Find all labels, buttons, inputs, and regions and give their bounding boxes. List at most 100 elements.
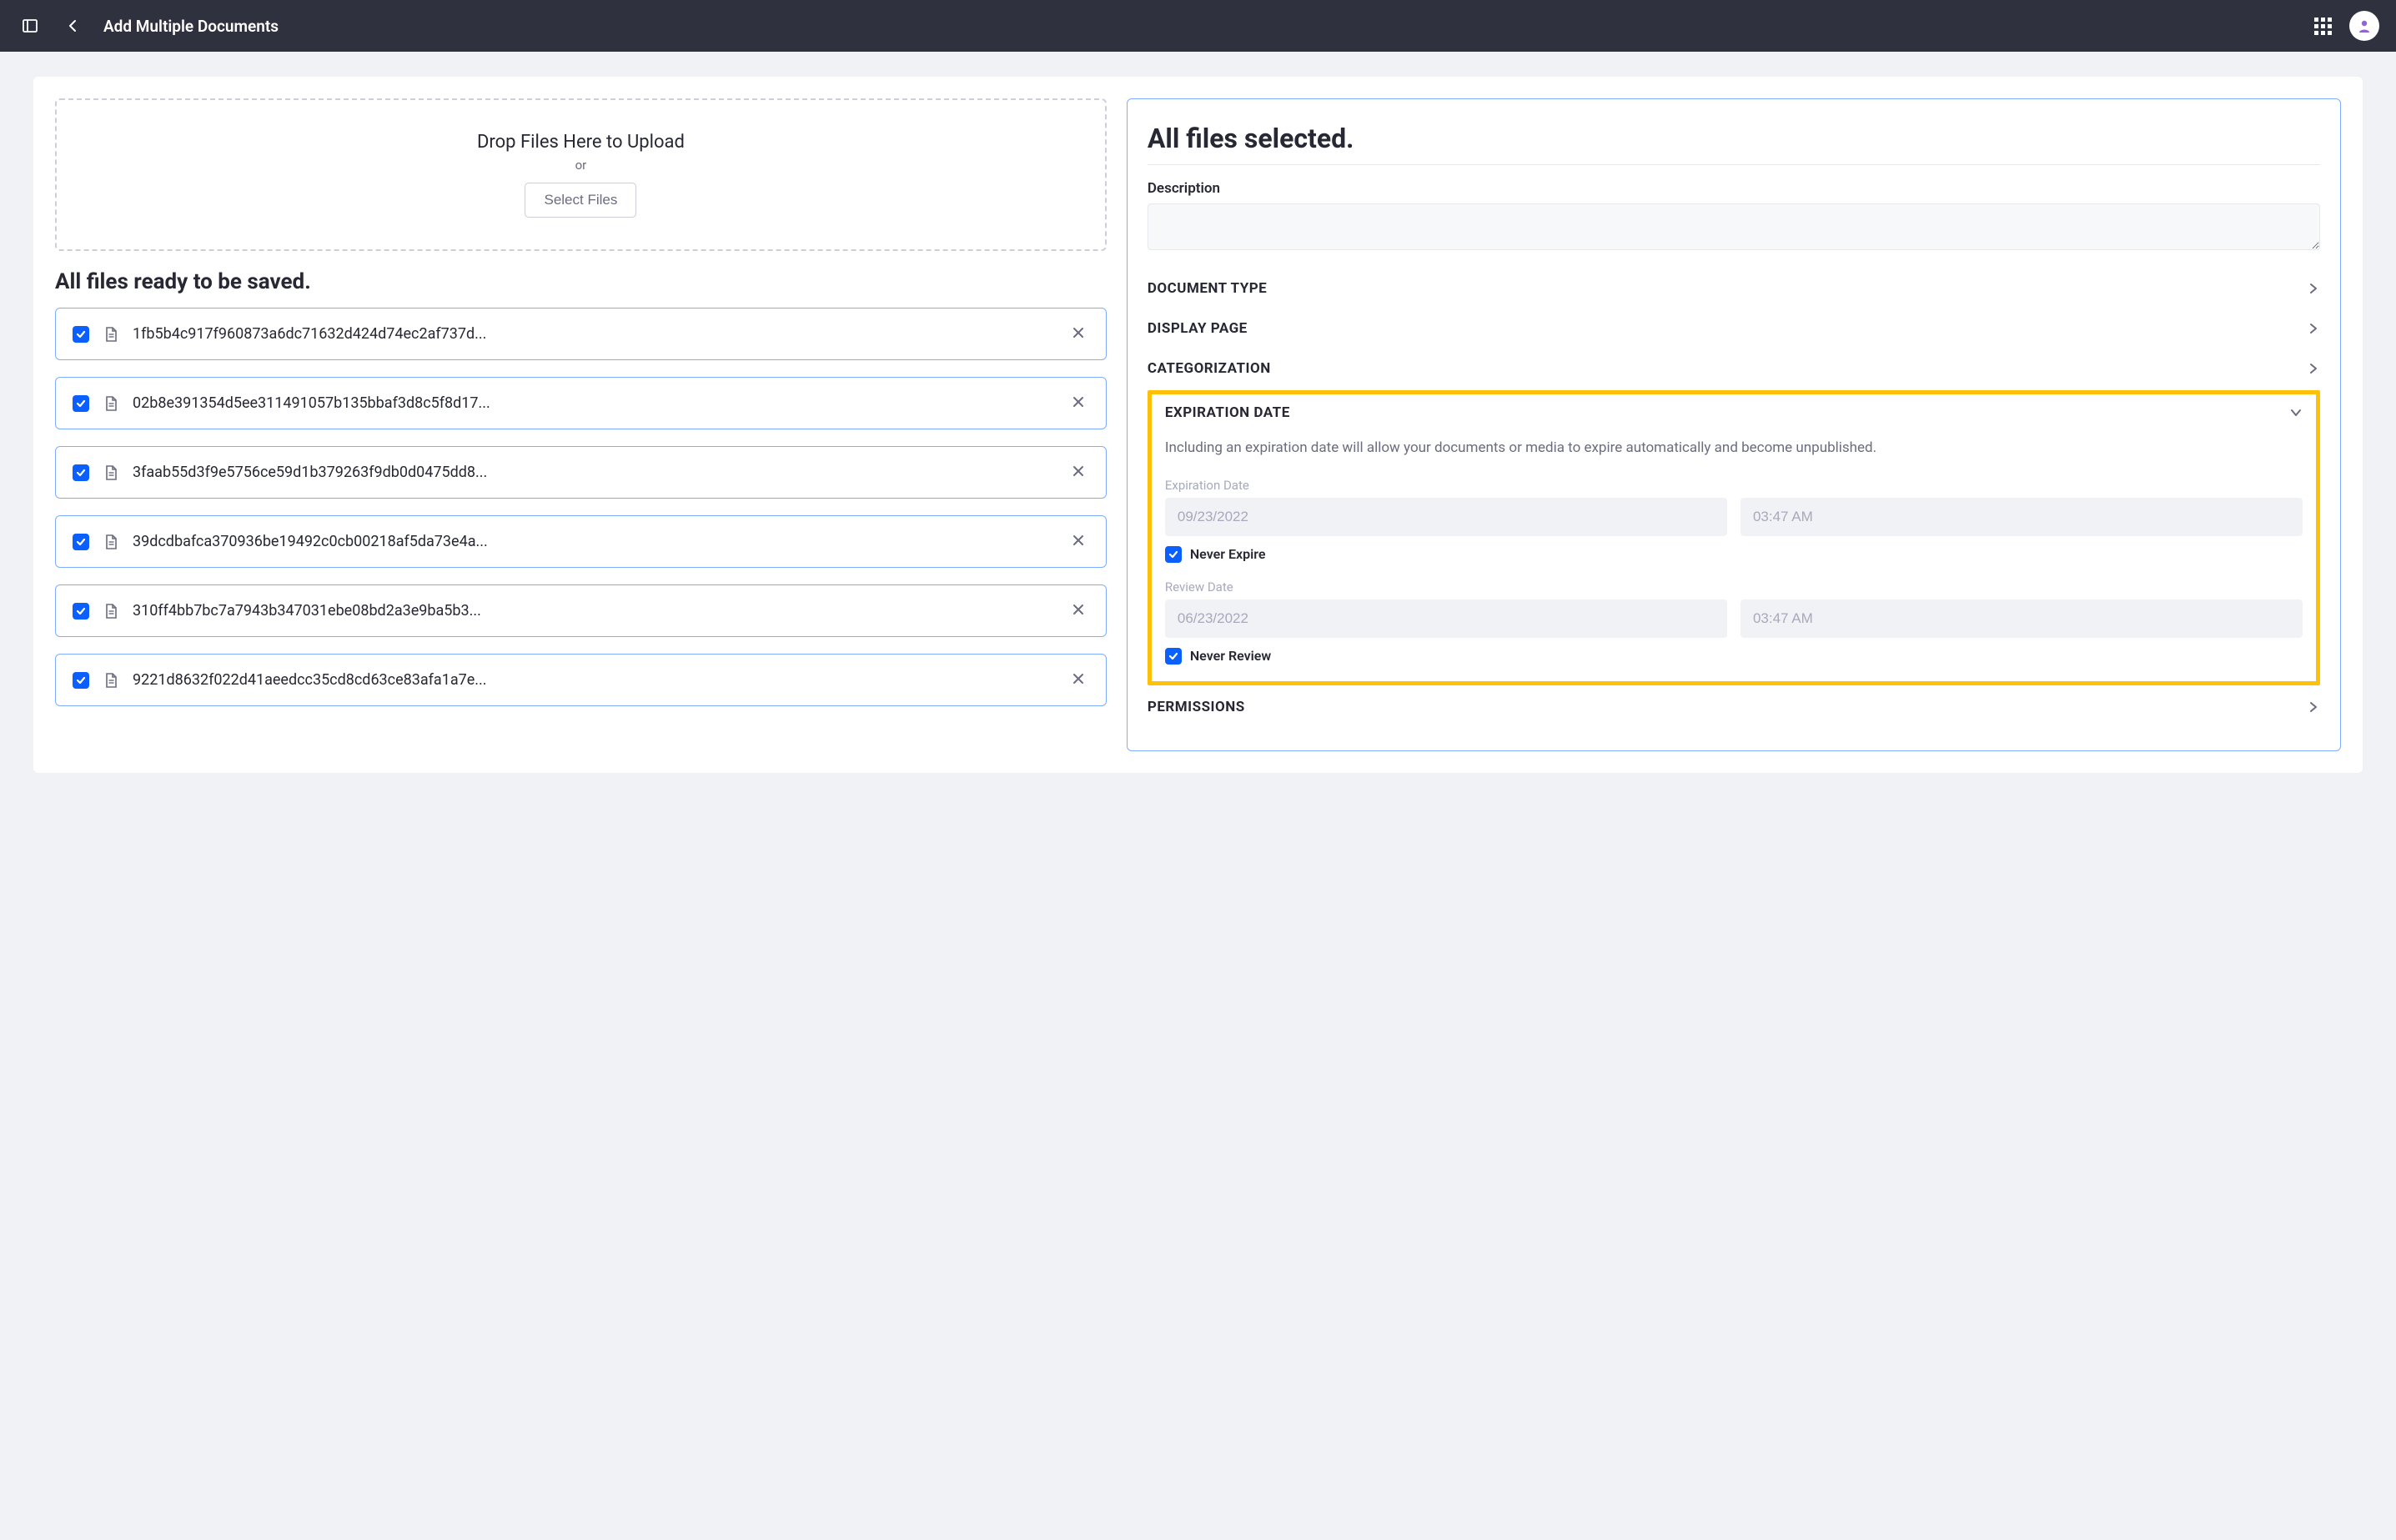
never-expire-label: Never Expire <box>1190 546 1266 562</box>
document-icon <box>103 603 119 620</box>
check-icon <box>76 675 86 685</box>
file-checkbox[interactable] <box>73 672 89 689</box>
select-files-button[interactable]: Select Files <box>525 183 636 218</box>
chevron-right-icon <box>2307 700 2320 714</box>
check-icon <box>76 606 86 616</box>
close-icon <box>1071 533 1086 548</box>
section-label: DOCUMENT TYPE <box>1148 280 1267 297</box>
file-remove-button[interactable] <box>1067 668 1089 692</box>
chevron-left-icon <box>66 18 81 33</box>
file-checkbox[interactable] <box>73 395 89 412</box>
file-checkbox[interactable] <box>73 464 89 481</box>
dropzone-or: or <box>73 158 1088 173</box>
user-avatar-button[interactable] <box>2349 11 2379 41</box>
file-name: 310ff4bb7bc7a7943b347031ebe08bd2a3e9ba5b… <box>133 602 1054 620</box>
left-column: Drop Files Here to Upload or Select File… <box>55 98 1107 751</box>
file-item[interactable]: 9221d8632f022d41aeedcc35cd8cd63ce83afa1a… <box>55 654 1107 706</box>
file-remove-button[interactable] <box>1067 460 1089 484</box>
close-icon <box>1071 325 1086 340</box>
close-icon <box>1071 464 1086 479</box>
never-expire-checkbox[interactable] <box>1165 546 1182 563</box>
never-review-label: Never Review <box>1190 648 1271 664</box>
file-item[interactable]: 39dcdbafca370936be19492c0cb00218af5da73e… <box>55 515 1107 568</box>
apps-menu-button[interactable] <box>2309 13 2336 39</box>
main-card: Drop Files Here to Upload or Select File… <box>33 77 2363 773</box>
review-time-input[interactable] <box>1740 599 2303 638</box>
details-title: All files selected. <box>1148 123 2320 165</box>
ready-title: All files ready to be saved. <box>55 269 1107 294</box>
topbar-right <box>2309 11 2379 41</box>
chevron-right-icon <box>2307 322 2320 335</box>
file-name: 02b8e391354d5ee311491057b135bbaf3d8c5f8d… <box>133 394 1054 412</box>
page-content: Drop Files Here to Upload or Select File… <box>0 52 2396 798</box>
close-icon <box>1071 602 1086 617</box>
user-icon <box>2356 18 2373 34</box>
document-icon <box>103 464 119 481</box>
file-item[interactable]: 02b8e391354d5ee311491057b135bbaf3d8c5f8d… <box>55 377 1107 429</box>
sidebar-toggle-button[interactable] <box>17 13 43 39</box>
section-permissions[interactable]: PERMISSIONS <box>1148 687 2320 727</box>
chevron-down-icon <box>2289 406 2303 419</box>
topbar-left: Add Multiple Documents <box>17 13 279 39</box>
top-bar: Add Multiple Documents <box>0 0 2396 52</box>
expiration-date-label: Expiration Date <box>1165 478 2303 493</box>
file-dropzone[interactable]: Drop Files Here to Upload or Select File… <box>55 98 1107 251</box>
file-name: 39dcdbafca370936be19492c0cb00218af5da73e… <box>133 533 1054 550</box>
section-categorization[interactable]: CATEGORIZATION <box>1148 349 2320 389</box>
file-checkbox[interactable] <box>73 603 89 620</box>
right-column: All files selected. Description DOCUMENT… <box>1127 98 2341 751</box>
document-icon <box>103 395 119 412</box>
panel-icon <box>22 18 38 34</box>
check-icon <box>76 329 86 339</box>
file-checkbox[interactable] <box>73 534 89 550</box>
back-button[interactable] <box>60 13 87 39</box>
document-icon <box>103 534 119 550</box>
section-expiration-date: EXPIRATION DATE Including an expiration … <box>1148 390 2320 685</box>
page-title: Add Multiple Documents <box>103 17 279 36</box>
expiration-date-row <box>1165 498 2303 536</box>
details-panel: All files selected. Description DOCUMENT… <box>1127 98 2341 751</box>
expiration-date-input[interactable] <box>1165 498 1727 536</box>
never-expire-row[interactable]: Never Expire <box>1165 546 2303 563</box>
review-date-label: Review Date <box>1165 579 2303 594</box>
section-label: PERMISSIONS <box>1148 699 1245 715</box>
expiration-header[interactable]: EXPIRATION DATE <box>1165 404 2303 421</box>
description-textarea[interactable] <box>1148 203 2320 250</box>
section-label: CATEGORIZATION <box>1148 360 1271 377</box>
close-icon <box>1071 394 1086 409</box>
document-icon <box>103 672 119 689</box>
review-date-input[interactable] <box>1165 599 1727 638</box>
file-remove-button[interactable] <box>1067 322 1089 346</box>
file-remove-button[interactable] <box>1067 391 1089 415</box>
file-checkbox[interactable] <box>73 326 89 343</box>
expiration-time-input[interactable] <box>1740 498 2303 536</box>
close-icon <box>1071 671 1086 686</box>
check-icon <box>1168 549 1178 559</box>
check-icon <box>76 399 86 409</box>
file-remove-button[interactable] <box>1067 599 1089 623</box>
file-name: 3faab55d3f9e5756ce59d1b379263f9db0d0475d… <box>133 464 1054 481</box>
file-name: 9221d8632f022d41aeedcc35cd8cd63ce83afa1a… <box>133 671 1054 689</box>
dropzone-title: Drop Files Here to Upload <box>73 132 1088 153</box>
check-icon <box>1168 651 1178 661</box>
file-item[interactable]: 1fb5b4c917f960873a6dc71632d424d74ec2af73… <box>55 308 1107 360</box>
file-remove-button[interactable] <box>1067 529 1089 554</box>
check-icon <box>76 468 86 478</box>
expiration-title: EXPIRATION DATE <box>1165 404 1290 421</box>
file-list: 1fb5b4c917f960873a6dc71632d424d74ec2af73… <box>55 308 1107 706</box>
file-item[interactable]: 3faab55d3f9e5756ce59d1b379263f9db0d0475d… <box>55 446 1107 499</box>
expiration-description: Including an expiration date will allow … <box>1165 438 2303 459</box>
check-icon <box>76 537 86 547</box>
never-review-row[interactable]: Never Review <box>1165 648 2303 665</box>
section-document-type[interactable]: DOCUMENT TYPE <box>1148 268 2320 309</box>
section-label: DISPLAY PAGE <box>1148 320 1248 337</box>
review-date-row <box>1165 599 2303 638</box>
document-icon <box>103 326 119 343</box>
never-review-checkbox[interactable] <box>1165 648 1182 665</box>
file-item[interactable]: 310ff4bb7bc7a7943b347031ebe08bd2a3e9ba5b… <box>55 584 1107 637</box>
section-display-page[interactable]: DISPLAY PAGE <box>1148 309 2320 349</box>
apps-grid-icon <box>2314 18 2332 35</box>
chevron-right-icon <box>2307 282 2320 295</box>
chevron-right-icon <box>2307 362 2320 375</box>
file-name: 1fb5b4c917f960873a6dc71632d424d74ec2af73… <box>133 325 1054 343</box>
